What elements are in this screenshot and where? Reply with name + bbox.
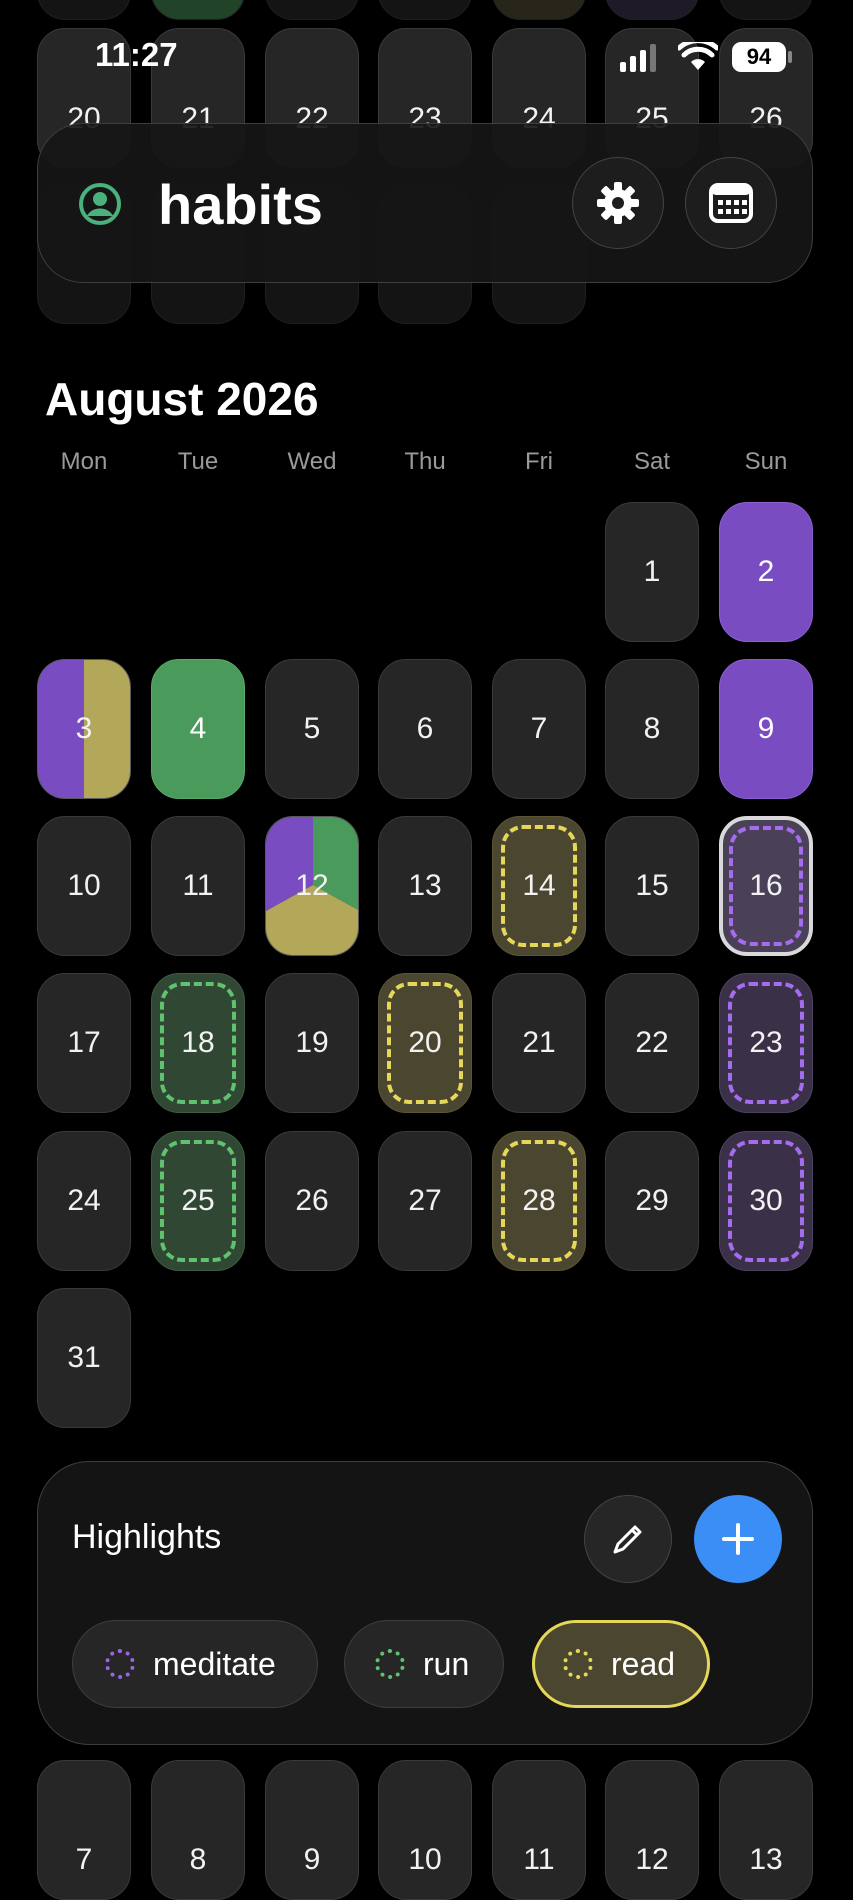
day-cell[interactable]: 18 bbox=[151, 973, 245, 1113]
next-day-cell[interactable]: 8 bbox=[151, 1760, 245, 1900]
day-cell[interactable]: 19 bbox=[265, 973, 359, 1113]
dotted-circle-icon bbox=[563, 1649, 593, 1679]
day-cell[interactable]: 6 bbox=[378, 659, 472, 799]
day-cell[interactable]: 20 bbox=[378, 973, 472, 1113]
habit-chip-read[interactable]: read bbox=[532, 1620, 710, 1708]
calendar-icon bbox=[709, 183, 753, 223]
day-cell[interactable]: 25 bbox=[151, 1131, 245, 1271]
settings-button[interactable] bbox=[572, 157, 664, 249]
day-cell[interactable]: 1 bbox=[605, 502, 699, 642]
person-circle-icon[interactable] bbox=[78, 182, 122, 226]
day-cell[interactable]: 27 bbox=[378, 1131, 472, 1271]
add-habit-button[interactable] bbox=[694, 1495, 782, 1583]
header-card: habits bbox=[37, 123, 813, 283]
day-cell[interactable]: 23 bbox=[719, 973, 813, 1113]
day-cell[interactable]: 30 bbox=[719, 1131, 813, 1271]
day-cell[interactable]: 28 bbox=[492, 1131, 586, 1271]
day-cell[interactable]: 24 bbox=[37, 1131, 131, 1271]
gear-icon bbox=[597, 182, 639, 224]
day-cell[interactable]: 11 bbox=[151, 816, 245, 956]
weekday-label: Mon bbox=[60, 448, 108, 475]
habit-chip-label: run bbox=[423, 1645, 470, 1682]
battery-cap bbox=[788, 51, 792, 63]
battery-indicator: 94 bbox=[732, 42, 786, 72]
weekday-label: Sat bbox=[633, 448, 671, 475]
next-day-cell[interactable]: 11 bbox=[492, 1760, 586, 1900]
calendar-button[interactable] bbox=[685, 157, 777, 249]
day-cell[interactable]: 3 bbox=[37, 659, 131, 799]
day-cell[interactable]: 10 bbox=[37, 816, 131, 956]
day-cell[interactable]: 15 bbox=[605, 816, 699, 956]
today-cell[interactable]: 16 bbox=[719, 816, 813, 956]
next-day-cell[interactable]: 7 bbox=[37, 1760, 131, 1900]
wifi-icon bbox=[678, 42, 718, 70]
month-title: August 2026 bbox=[45, 373, 319, 425]
weekday-label: Sun bbox=[744, 448, 788, 475]
pencil-icon bbox=[613, 1525, 642, 1554]
day-cell[interactable]: 21 bbox=[492, 973, 586, 1113]
highlights-panel: Highlights meditate run read bbox=[37, 1461, 813, 1745]
signal-icon bbox=[620, 44, 656, 72]
habit-chip-meditate[interactable]: meditate bbox=[72, 1620, 318, 1708]
weekday-label: Tue bbox=[177, 448, 219, 475]
day-cell[interactable]: 14 bbox=[492, 816, 586, 956]
day-cell[interactable]: 8 bbox=[605, 659, 699, 799]
day-cell[interactable]: 2 bbox=[719, 502, 813, 642]
weekday-label: Wed bbox=[287, 448, 337, 475]
next-day-cell[interactable]: 12 bbox=[605, 1760, 699, 1900]
day-cell[interactable]: 12 bbox=[265, 816, 359, 956]
status-bar: 11:27 94 bbox=[0, 0, 853, 73]
day-cell[interactable]: 4 bbox=[151, 659, 245, 799]
habit-chip-run[interactable]: run bbox=[344, 1620, 504, 1708]
day-cell[interactable]: 31 bbox=[37, 1288, 131, 1428]
day-cell[interactable]: 22 bbox=[605, 973, 699, 1113]
day-cell[interactable]: 9 bbox=[719, 659, 813, 799]
weekday-label: Thu bbox=[404, 448, 446, 475]
next-day-cell[interactable]: 9 bbox=[265, 1760, 359, 1900]
day-cell[interactable]: 13 bbox=[378, 816, 472, 956]
plus-icon bbox=[722, 1523, 754, 1555]
status-time: 11:27 bbox=[95, 36, 178, 73]
day-cell[interactable]: 7 bbox=[492, 659, 586, 799]
dotted-circle-icon bbox=[105, 1649, 135, 1679]
day-cell[interactable]: 29 bbox=[605, 1131, 699, 1271]
dotted-circle-icon bbox=[375, 1649, 405, 1679]
habit-chip-label: meditate bbox=[153, 1645, 276, 1682]
habit-chip-label: read bbox=[611, 1645, 676, 1682]
day-cell[interactable]: 17 bbox=[37, 973, 131, 1113]
weekday-label: Fri bbox=[525, 448, 553, 475]
battery-level: 94 bbox=[746, 44, 772, 69]
edit-button[interactable] bbox=[584, 1495, 672, 1583]
day-cell[interactable]: 5 bbox=[265, 659, 359, 799]
highlights-title: Highlights bbox=[72, 1518, 222, 1556]
next-day-cell[interactable]: 10 bbox=[378, 1760, 472, 1900]
app-title: habits bbox=[158, 173, 323, 236]
next-day-cell[interactable]: 13 bbox=[719, 1760, 813, 1900]
day-cell[interactable]: 26 bbox=[265, 1131, 359, 1271]
